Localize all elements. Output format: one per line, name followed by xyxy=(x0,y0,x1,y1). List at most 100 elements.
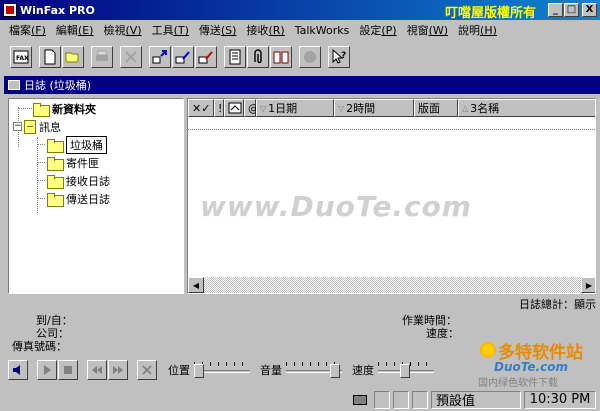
tree-item-new-folder[interactable]: 新資料夾 xyxy=(33,100,96,117)
column-type[interactable] xyxy=(224,99,244,117)
arrow-right-icon: ▶ xyxy=(585,280,593,290)
position-slider[interactable] xyxy=(194,362,250,378)
send-fax-button[interactable] xyxy=(172,46,194,68)
play-button[interactable] xyxy=(37,360,57,380)
menu-receive[interactable]: 接收(R) xyxy=(241,22,289,38)
speed-slider[interactable] xyxy=(378,362,434,378)
tree-connector xyxy=(18,108,32,109)
clear-button[interactable] xyxy=(137,360,157,380)
menu-view-label: 檢視 xyxy=(103,24,126,37)
toolbar: FAX ? xyxy=(0,42,600,72)
menu-file[interactable]: 檔案(F) xyxy=(4,22,51,38)
menu-help[interactable]: 說明(H) xyxy=(453,22,502,38)
tree-item-messages-label: 訊息 xyxy=(39,120,61,134)
tree-connector xyxy=(37,198,45,199)
title-bar: WinFax PRO 叮噹屋版權所有 _ □ X xyxy=(0,0,600,21)
view-document-icon xyxy=(229,49,241,65)
send-receive-button[interactable] xyxy=(149,46,171,68)
tree-item-send-log[interactable]: 傳送日誌 xyxy=(37,190,110,207)
tree-item-messages[interactable]: − 訊息 xyxy=(13,118,61,135)
menu-edit[interactable]: 編輯(E) xyxy=(51,22,99,38)
tree-item-send-log-label: 傳送日誌 xyxy=(66,192,110,206)
menu-help-accel: (H) xyxy=(480,24,497,37)
column-priority[interactable]: ! xyxy=(214,99,224,117)
view-button[interactable] xyxy=(224,46,246,68)
slider-thumb[interactable] xyxy=(194,364,204,378)
column-attachment[interactable]: @ xyxy=(244,99,259,117)
menu-window[interactable]: 視窗(W) xyxy=(402,22,453,38)
forward-button[interactable] xyxy=(108,360,128,380)
slider-thumb[interactable] xyxy=(330,364,340,378)
print-button[interactable] xyxy=(91,46,113,68)
fax-button[interactable]: FAX xyxy=(10,46,32,68)
slider-thumb[interactable] xyxy=(400,364,410,378)
help-button[interactable]: ? xyxy=(328,46,350,68)
close-button[interactable]: X xyxy=(582,3,597,17)
play-icon xyxy=(44,365,51,375)
tree-item-trash[interactable]: 垃圾桶 xyxy=(37,135,107,154)
menu-talkworks[interactable]: TalkWorks xyxy=(290,24,355,37)
delete-x-icon xyxy=(125,51,137,63)
scroll-track[interactable] xyxy=(204,277,581,293)
print-icon xyxy=(96,50,108,61)
menu-view[interactable]: 檢視(V) xyxy=(98,22,146,38)
scroll-right-button[interactable]: ▶ xyxy=(581,277,595,293)
receive-fax-button[interactable] xyxy=(195,46,217,68)
rewind-button[interactable] xyxy=(87,360,107,380)
receive-fax-icon xyxy=(198,51,213,64)
help-pointer-icon: ? xyxy=(332,49,346,64)
tree-item-trash-label: 垃圾桶 xyxy=(66,135,107,154)
fax-type-icon xyxy=(228,102,242,114)
collapse-icon[interactable]: − xyxy=(13,122,22,131)
scroll-left-button[interactable]: ◀ xyxy=(188,277,204,293)
rewind-icon xyxy=(92,366,102,374)
status-pane xyxy=(412,390,428,409)
menu-send[interactable]: 傳送(S) xyxy=(194,22,242,38)
column-name[interactable]: △ 3名稱 xyxy=(458,99,595,117)
list-row-divider xyxy=(188,129,595,130)
delete-button[interactable] xyxy=(120,46,142,68)
column-time[interactable]: ▽ 2時間 xyxy=(334,99,414,117)
status-printer xyxy=(349,391,371,409)
column-time-label: 2時間 xyxy=(346,102,376,115)
new-button[interactable] xyxy=(39,46,61,68)
column-pages[interactable]: 版面 xyxy=(414,99,458,117)
speaker-button[interactable] xyxy=(8,360,28,380)
log-window: 日誌 (垃圾桶) 新資料夾 − 訊息 垃圾桶 寄件匣 接收日誌 傳送日誌 ✕✓ … xyxy=(4,76,600,311)
log-window-titlebar[interactable]: 日誌 (垃圾桶) xyxy=(4,76,600,94)
new-document-icon xyxy=(44,49,56,65)
phonebook-button[interactable] xyxy=(270,46,292,68)
menu-tools[interactable]: 工具(T) xyxy=(147,22,194,38)
record-button[interactable] xyxy=(299,46,321,68)
tree-item-receive-log[interactable]: 接收日誌 xyxy=(37,172,110,189)
brand-overlay: 叮噹屋版權所有 xyxy=(444,6,536,21)
folder-icon xyxy=(47,138,64,153)
status-pane xyxy=(374,390,390,409)
folder-tree[interactable]: 新資料夾 − 訊息 垃圾桶 寄件匣 接收日誌 傳送日誌 xyxy=(8,98,184,294)
fast-forward-icon xyxy=(113,366,123,374)
stop-button[interactable] xyxy=(58,360,78,380)
status-pane xyxy=(393,390,409,409)
paperclip-icon xyxy=(254,49,262,64)
menu-help-label: 說明 xyxy=(458,24,481,37)
menu-receive-accel: (R) xyxy=(268,24,285,37)
send-fax-icon xyxy=(175,51,190,64)
menu-window-accel: (W) xyxy=(428,24,449,37)
stop-icon xyxy=(64,366,72,374)
tree-item-receive-log-label: 接收日誌 xyxy=(66,174,110,188)
app-icon[interactable] xyxy=(3,3,17,17)
column-status[interactable]: ✕✓ xyxy=(188,99,214,117)
volume-slider[interactable] xyxy=(286,362,342,378)
maximize-button[interactable]: □ xyxy=(564,3,579,17)
minimize-button[interactable]: _ xyxy=(548,3,563,17)
menu-settings[interactable]: 設定(P) xyxy=(354,22,401,38)
window-title: WinFax PRO xyxy=(20,3,95,17)
tree-connector xyxy=(37,162,45,163)
position-label: 位置 xyxy=(168,364,190,377)
tree-item-outbox[interactable]: 寄件匣 xyxy=(37,154,99,171)
open-button[interactable] xyxy=(62,46,84,68)
log-list[interactable]: ✕✓ ! @ ▽ 1日期 ▽ 2時間 版面 △ 3名稱 ◀ ▶ xyxy=(187,98,596,294)
horizontal-scrollbar[interactable]: ◀ ▶ xyxy=(188,277,595,293)
column-date[interactable]: ▽ 1日期 xyxy=(256,99,334,117)
attach-button[interactable] xyxy=(247,46,269,68)
